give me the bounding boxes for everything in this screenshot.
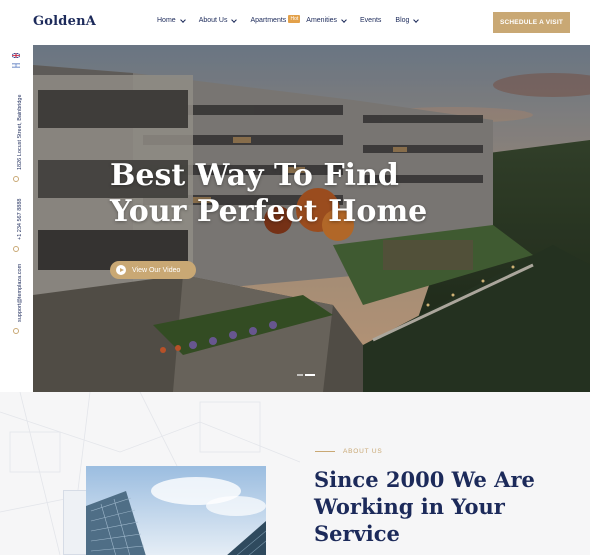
nav-label: Events [360,17,382,24]
about-section: ABOUT US Since 2000 We Are Working in Yo… [0,392,590,555]
il-flag-icon[interactable] [12,63,20,68]
nav-label: About Us [198,17,228,24]
nav-item-blog[interactable]: Blog [395,16,420,24]
nav-item-about[interactable]: About Us [198,16,238,24]
about-eyebrow: ABOUT US [315,448,383,455]
glass-tower-illustration [86,466,266,555]
email-text[interactable]: support@templaza.com [17,264,23,322]
nav-item-apartments[interactable]: Apartments Hot [250,15,301,24]
nav-item-home[interactable]: Home [157,16,186,24]
chevron-down-icon [231,16,238,23]
uk-flag-icon[interactable] [12,53,20,58]
eyebrow-line [315,451,335,452]
chevron-down-icon [413,16,420,23]
eyebrow-text: ABOUT US [343,448,383,455]
about-title: Since 2000 We Are Working in Your Servic… [314,467,535,546]
schedule-visit-button[interactable]: SCHEDULE A VISIT [493,12,570,33]
slider-dot-active[interactable] [305,374,315,376]
phone-icon [13,246,19,252]
slider-pagination [297,374,315,376]
about-building-image [86,466,266,555]
nav-label: Amenities [306,17,338,24]
play-icon [116,265,126,275]
chevron-down-icon [179,16,186,23]
site-header: GoldenA Home About Us Apartments Hot Ame… [0,0,590,45]
logo[interactable]: GoldenA [33,14,96,29]
hero-banner: Best Way To Find Your Perfect Home View … [33,45,590,392]
slider-dot[interactable] [297,374,303,376]
nav-item-amenities[interactable]: Amenities [306,16,347,24]
nav-label: Home [157,17,176,24]
chevron-down-icon [341,16,347,23]
nav-item-events[interactable]: Events [360,17,381,24]
hero-title: Best Way To Find Your Perfect Home [110,158,428,229]
nav-label: Blog [395,17,410,24]
video-button-label: View Our Video [132,266,181,274]
view-video-button[interactable]: View Our Video [110,261,196,279]
nav-label: Apartments [250,17,287,24]
hot-badge: Hot [288,15,301,23]
location-icon [13,176,19,182]
address-text: 1826 Locust Street, Bainbridge [17,94,23,170]
main-nav: Home About Us Apartments Hot Amenities E… [157,15,432,24]
contact-sidebar: 1826 Locust Street, Bainbridge +1 234 56… [0,45,33,395]
phone-text[interactable]: +1 234 567 8888 [17,199,23,240]
mail-icon [13,328,19,334]
